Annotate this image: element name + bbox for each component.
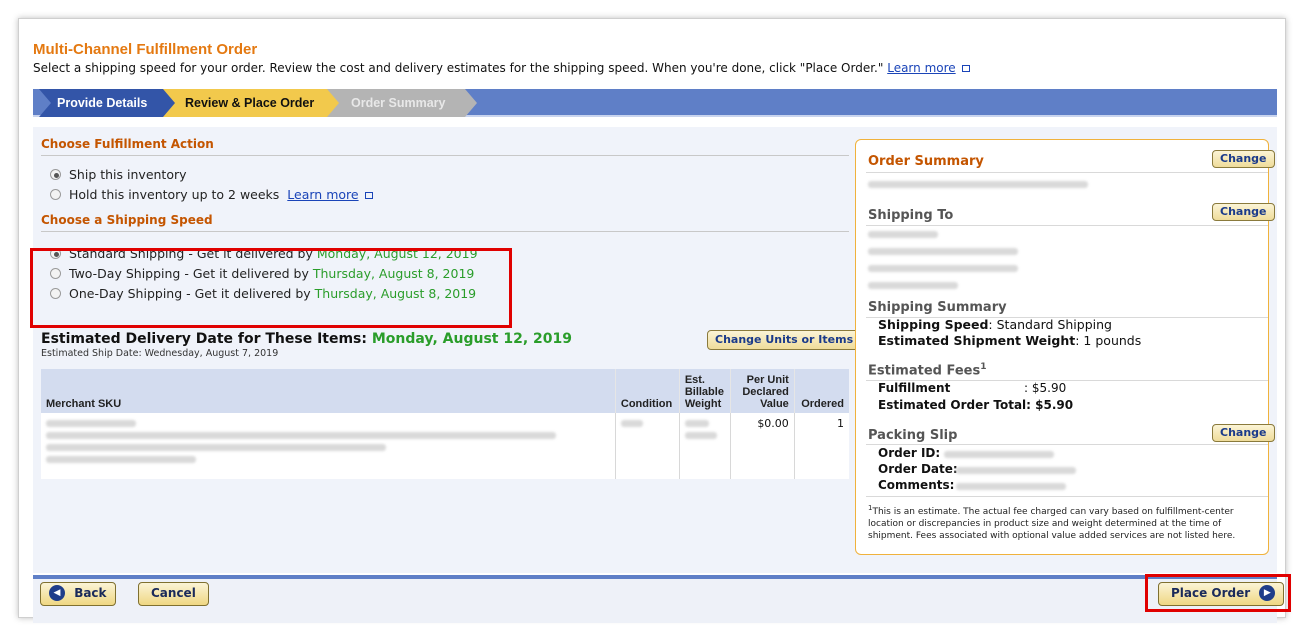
col-condition: Condition <box>615 369 680 413</box>
blurred-asin <box>46 456 196 463</box>
order-id-label: Order ID: <box>878 446 941 460</box>
fulfillment-fee-value: : $5.90 <box>1024 381 1067 395</box>
estimated-delivery-date: Monday, August 12, 2019 <box>371 331 572 347</box>
sku-cell <box>41 413 616 479</box>
step-review-place-order: Review & Place Order <box>163 89 341 117</box>
blurred-title <box>46 432 556 439</box>
condition-cell <box>615 413 680 479</box>
blurred-weight <box>684 420 709 427</box>
radio-ship-inventory[interactable]: Ship this inventory <box>41 165 849 185</box>
change-units-button[interactable]: Change Units or Items <box>707 330 862 350</box>
estimated-delivery: Estimated Delivery Date for These Items:… <box>41 331 572 347</box>
progress-steps: Provide Details Review & Place Order Ord… <box>33 89 1277 117</box>
hold-learn-more-link[interactable]: Learn more <box>287 187 358 202</box>
shipping-summary-heading: Shipping Summary <box>868 300 1007 315</box>
radio-label: Ship this inventory <box>69 167 187 182</box>
col-declared-value: Per Unit Declared Value <box>730 369 795 413</box>
shipping-to-heading: Shipping To <box>868 208 954 223</box>
shipment-weight-line: Estimated Shipment Weight: 1 pounds <box>878 333 1142 348</box>
declared-value-cell: $0.00 <box>730 413 795 479</box>
external-link-icon <box>961 65 970 72</box>
ordered-cell: 1 <box>794 413 849 479</box>
back-button[interactable]: ◀ Back <box>40 582 116 606</box>
col-merchant-sku: Merchant SKU <box>41 369 616 413</box>
page-subtitle: Select a shipping speed for your order. … <box>33 61 970 75</box>
highlight-shipping-options <box>30 248 512 328</box>
blurred-condition <box>620 420 643 427</box>
items-table: Merchant SKU Condition Est. Billable Weigh… <box>41 369 849 479</box>
subtitle-text: Select a shipping speed for your order. … <box>33 61 884 75</box>
col-weight: Est. Billable Weight <box>679 369 732 413</box>
radio-button[interactable] <box>50 189 61 200</box>
fulfillment-fee-label: Fulfillment <box>878 381 951 395</box>
order-date-label: Order Date: <box>878 462 958 476</box>
col-ordered: Ordered <box>794 369 849 413</box>
shipping-speed-line: Shipping Speed: Standard Shipping <box>878 317 1112 332</box>
change-packing-slip-button[interactable]: Change <box>1212 424 1275 442</box>
fees-footnote: 1This is an estimate. The actual fee cha… <box>868 504 1236 541</box>
blurred-order-date <box>956 467 1076 474</box>
estimated-delivery-label: Estimated Delivery Date for These Items: <box>41 331 372 347</box>
weight-cell <box>679 413 732 479</box>
estimated-fees-heading: Estimated Fees1 <box>868 362 987 379</box>
table-row: $0.00 1 <box>41 413 849 479</box>
divider <box>866 172 1268 173</box>
blurred-address <box>868 231 938 238</box>
blurred-title <box>46 444 386 451</box>
divider <box>866 496 1268 497</box>
external-link-icon <box>364 192 373 199</box>
cancel-button[interactable]: Cancel <box>138 582 209 606</box>
estimated-ship-date: Estimated Ship Date: Wednesday, August 7… <box>41 348 279 359</box>
step-provide-details[interactable]: Provide Details <box>39 89 179 117</box>
blurred-address <box>868 265 1018 272</box>
radio-button-selected[interactable] <box>50 169 61 180</box>
learn-more-link[interactable]: Learn more <box>887 61 955 75</box>
change-address-button[interactable]: Change <box>1212 203 1275 221</box>
step-order-summary: Order Summary <box>327 89 477 117</box>
order-total-line: Estimated Order Total: $5.90 <box>878 398 1074 412</box>
divider <box>866 225 1268 226</box>
order-summary-panel: Order Summary Change Shipping To Change … <box>855 139 1275 555</box>
blurred-weight <box>684 432 717 439</box>
shipping-speed-heading: Choose a Shipping Speed <box>41 213 849 232</box>
page-title: Multi-Channel Fulfillment Order <box>33 41 258 58</box>
blurred-comments <box>956 483 1066 490</box>
radio-label: Hold this inventory up to 2 weeks <box>69 187 280 202</box>
change-order-button[interactable]: Change <box>1212 150 1275 168</box>
divider <box>866 444 1268 445</box>
radio-hold-inventory[interactable]: Hold this inventory up to 2 weeks Learn … <box>41 185 849 205</box>
packing-slip-heading: Packing Slip <box>868 428 958 443</box>
blurred-order-id <box>868 181 1088 188</box>
highlight-place-order <box>1145 574 1291 612</box>
blurred-order-id <box>944 451 1054 458</box>
blurred-address <box>868 282 958 289</box>
blurred-address <box>868 248 1018 255</box>
back-arrow-icon: ◀ <box>49 584 65 601</box>
fulfillment-action-heading: Choose Fulfillment Action <box>41 137 849 156</box>
footer-area <box>33 579 1277 623</box>
comments-label: Comments: <box>878 478 955 492</box>
order-summary-heading: Order Summary <box>868 154 984 169</box>
blurred-sku <box>46 420 136 427</box>
